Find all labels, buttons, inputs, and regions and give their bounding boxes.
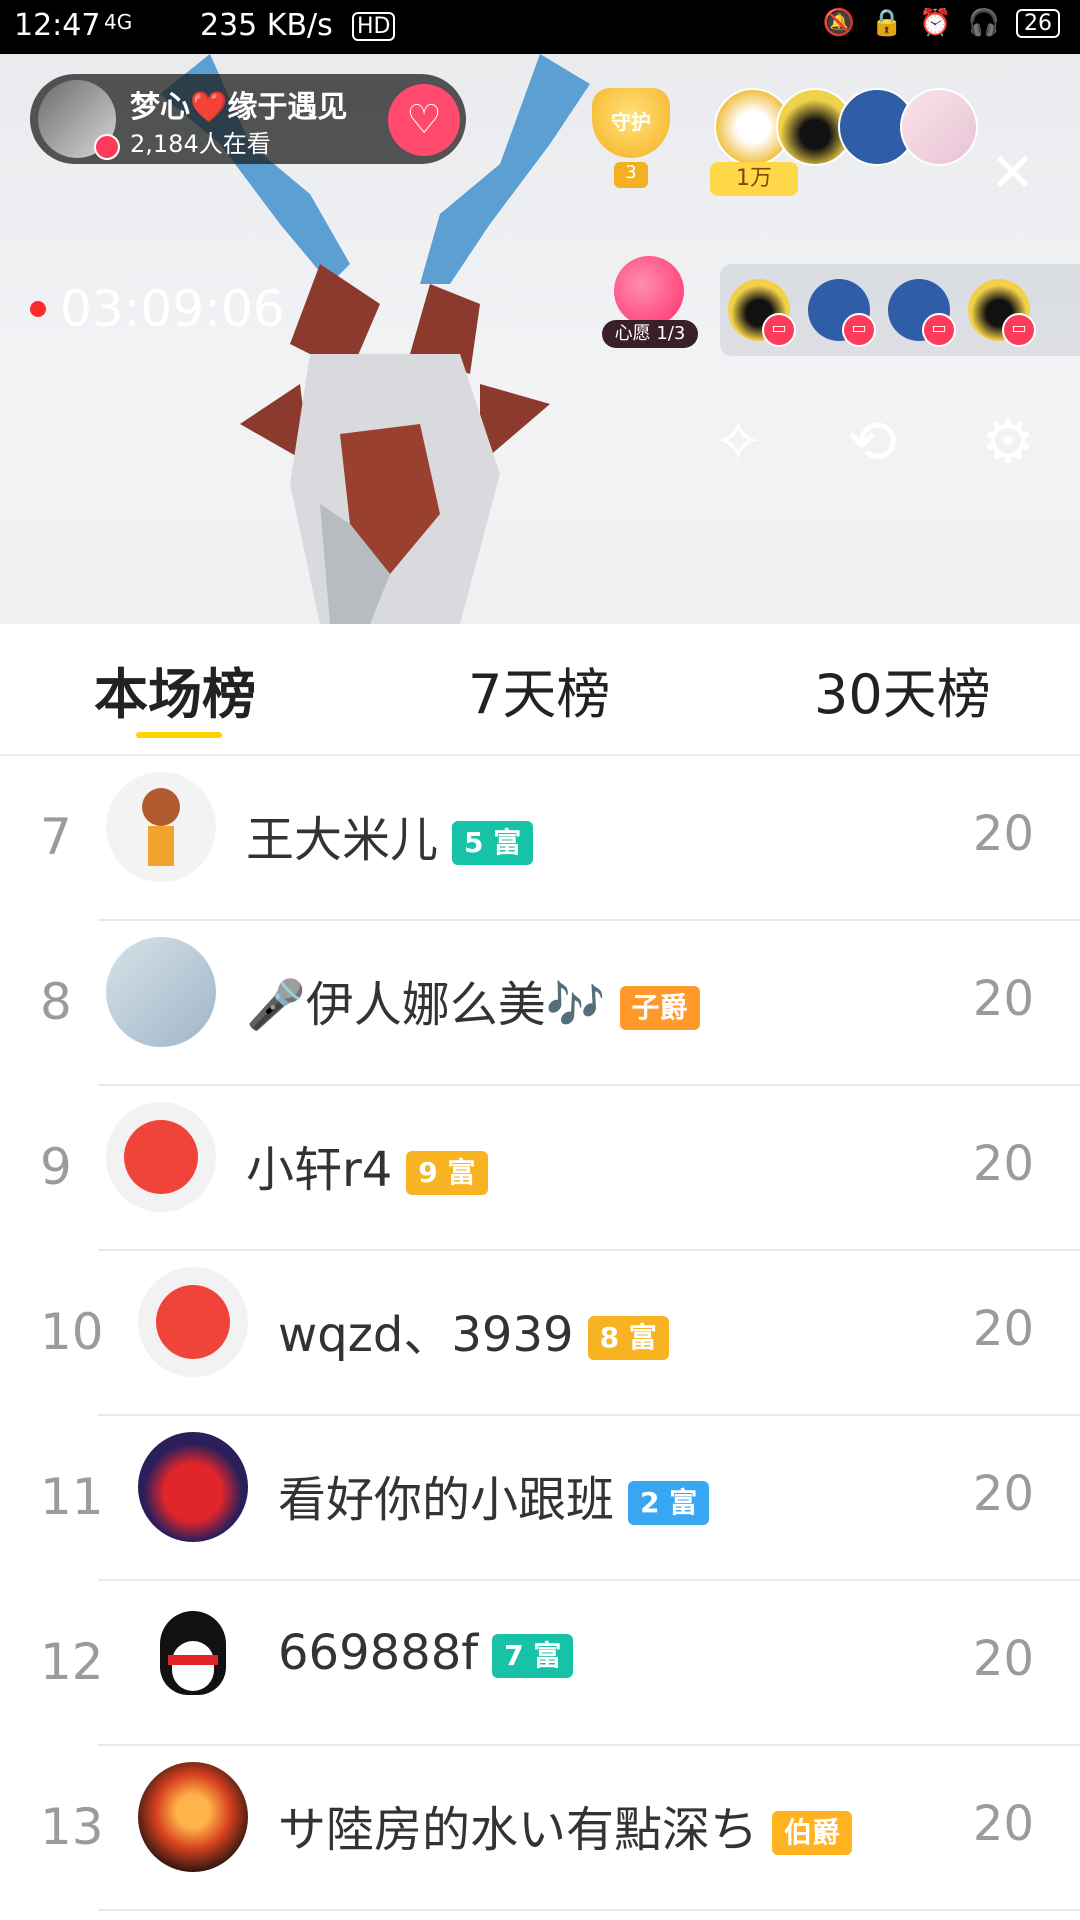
guard-label: 守护 [611,110,651,134]
host-info-pill[interactable]: 梦心❤️缘于遇见 2,184人在看 ♡ [30,74,466,164]
level-badge: 9 富 [406,1151,488,1195]
level-badge: 5 富 [452,821,534,865]
battery-level: 26 [1016,8,1060,38]
tab-7-days[interactable]: 7天榜 [468,650,610,729]
user-name-row: 🎤伊人娜么美🎶 子爵 [246,965,700,1035]
rank-number: 10 [40,1303,104,1361]
avatar[interactable] [138,1432,248,1542]
guard-count: 3 [614,162,648,188]
avatar[interactable] [106,937,216,1047]
user-name-row: 王大米儿 5 富 [246,800,534,870]
score: 20 [972,1796,1034,1852]
status-icons: 🔕 🔒 ⏰ 🎧 26 [822,8,1060,38]
headphones-icon: 🎧 [967,8,1000,38]
score: 20 [972,1136,1034,1192]
user-name: サ陸房的水い有點深ち [278,1802,759,1858]
heart-icon [614,256,684,326]
live-stream-view: 梦心❤️缘于遇见 2,184人在看 ♡ 守护 3 1万 ✕ 03:09:06 心… [0,54,1080,624]
rich-tag: 1万 [710,162,798,196]
avatar[interactable] [138,1762,248,1872]
tab-this-session[interactable]: 本场榜 [94,650,256,729]
score: 20 [972,971,1034,1027]
avatar[interactable] [138,1597,248,1707]
lock-icon: 🔒 [870,8,904,38]
divider [98,1909,1080,1911]
sofa-icon: ▭ [842,313,876,347]
timer-text: 03:09:06 [60,280,285,338]
score: 20 [972,1301,1034,1357]
top-viewers[interactable] [714,88,978,166]
network-indicator: 4G [104,10,133,34]
mute-icon: 🔕 [822,8,855,38]
user-name-row: 看好你的小跟班 2 富 [278,1460,710,1530]
wish-label: 心愿 1/3 [602,320,698,348]
ranking-list: 7 王大米儿 5 富 20 8 🎤伊人娜么美🎶 子爵 20 9 小轩r4 9 富 20… [0,756,1080,1911]
close-icon[interactable]: ✕ [990,146,1035,200]
level-badge: 8 富 [587,1316,669,1360]
list-item[interactable]: 13 サ陸房的水い有點深ち 伯爵 20 [0,1746,1080,1911]
list-item[interactable]: 7 王大米儿 5 富 20 [0,756,1080,921]
gear-icon[interactable]: ⚙ [970,404,1046,480]
guard-badge[interactable]: 守护 3 [582,88,680,198]
host-name: 梦心❤️缘于遇见 [130,90,348,125]
status-time: 12:47 [14,8,101,43]
network-speed: 235 KB/s [200,8,333,43]
active-tab-indicator [136,732,222,738]
status-bar: 12:47 4G 235 KB/s HD 🔕 🔒 ⏰ 🎧 26 [0,0,1080,54]
score: 20 [972,806,1034,862]
score: 20 [972,1466,1034,1522]
live-timer: 03:09:06 [30,280,285,338]
recording-dot-icon [30,301,46,317]
user-name: 小轩r4 [246,1142,393,1198]
guest-seat[interactable]: ▭ [968,279,1036,347]
user-name: wqzd、3939 [278,1307,574,1363]
guest-seat[interactable]: ▭ [808,279,876,347]
list-item[interactable]: 9 小轩r4 9 富 20 [0,1086,1080,1251]
user-name-row: wqzd、3939 8 富 [278,1295,669,1365]
viewer-count: 2,184人在看 [130,130,271,158]
wish-widget[interactable]: 心愿 1/3 [602,256,698,352]
magic-wand-icon[interactable]: ✧ [700,404,776,480]
user-name: 看好你的小跟班 [278,1472,615,1528]
title-badge: 子爵 [619,986,700,1030]
user-name: 🎤伊人娜么美🎶 [246,977,606,1033]
user-name-row: サ陸房的水い有點深ち 伯爵 [278,1790,853,1860]
avatar[interactable] [106,772,216,882]
live-dot-icon [94,134,120,160]
user-name: 王大米儿 [246,812,439,868]
viewer-avatar[interactable] [900,88,978,166]
tab-30-days[interactable]: 30天榜 [814,650,991,729]
rank-number: 11 [40,1468,104,1526]
avatar[interactable] [138,1267,248,1377]
score: 20 [972,1631,1034,1687]
user-name-row: 小轩r4 9 富 [246,1130,488,1200]
list-item[interactable]: 11 看好你的小跟班 2 富 20 [0,1416,1080,1581]
list-item[interactable]: 8 🎤伊人娜么美🎶 子爵 20 [0,921,1080,1086]
list-item[interactable]: 12 669888f 7 富 20 [0,1581,1080,1746]
sofa-icon: ▭ [922,313,956,347]
sofa-icon: ▭ [1002,313,1036,347]
level-badge: 7 富 [492,1634,574,1678]
sofa-icon: ▭ [762,313,796,347]
rank-number: 12 [40,1633,104,1691]
hd-indicator: HD [352,12,396,41]
avatar[interactable] [106,1102,216,1212]
guest-seat[interactable]: ▭ [888,279,956,347]
flip-camera-icon[interactable]: ⟲ [834,404,910,480]
rank-number: 13 [40,1798,104,1856]
title-badge: 伯爵 [772,1811,853,1855]
follow-heart-button[interactable]: ♡ [388,84,460,156]
user-name: 669888f [278,1625,479,1681]
ranking-tabs: 本场榜 7天榜 30天榜 [0,624,1080,756]
guest-seats: ▭ ▭ ▭ ▭ [720,264,1080,356]
host-avatar[interactable] [38,80,120,160]
alarm-icon: ⏰ [919,8,952,38]
list-item[interactable]: 10 wqzd、3939 8 富 20 [0,1251,1080,1416]
guest-seat[interactable]: ▭ [728,279,796,347]
user-name-row: 669888f 7 富 [278,1625,574,1681]
level-badge: 2 富 [628,1481,710,1525]
